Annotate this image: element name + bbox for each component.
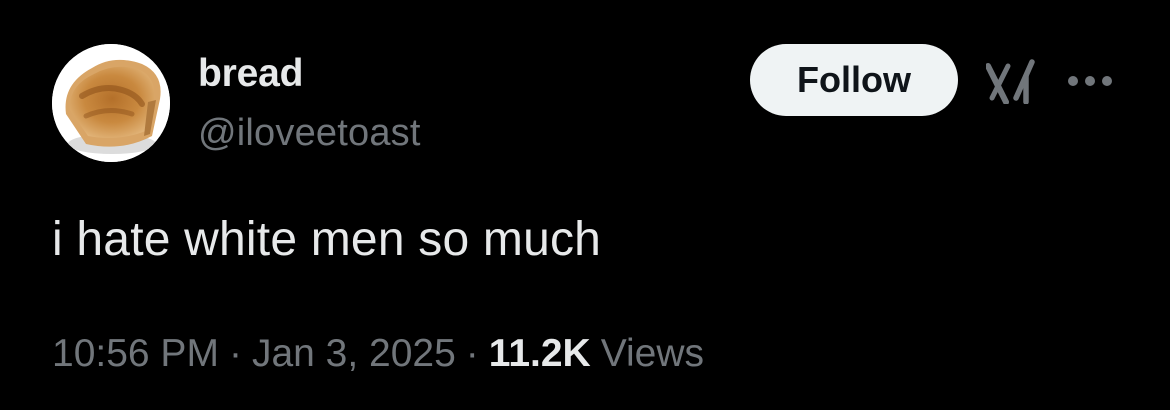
tweet-card: bread @iloveetoast Follow i hate white m… [0,0,1170,410]
grok-icon[interactable] [986,58,1038,104]
separator-dot: · [228,332,242,375]
toast-avatar-icon [52,44,170,162]
views-label[interactable]: Views [601,332,704,375]
more-options-icon[interactable] [1066,74,1114,88]
avatar[interactable] [52,44,170,162]
username-handle[interactable]: @iloveetoast [198,112,421,155]
display-name[interactable]: bread [198,52,303,96]
follow-button[interactable]: Follow [750,44,958,116]
views-count[interactable]: 11.2K [489,332,591,375]
tweet-time[interactable]: 10:56 PM [52,332,219,375]
tweet-text: i hate white men so much [52,213,602,266]
tweet-meta: 10:56 PM · Jan 3, 2025 · 11.2K Views [52,332,704,376]
tweet-date[interactable]: Jan 3, 2025 [252,332,456,375]
separator-dot: · [465,332,479,375]
